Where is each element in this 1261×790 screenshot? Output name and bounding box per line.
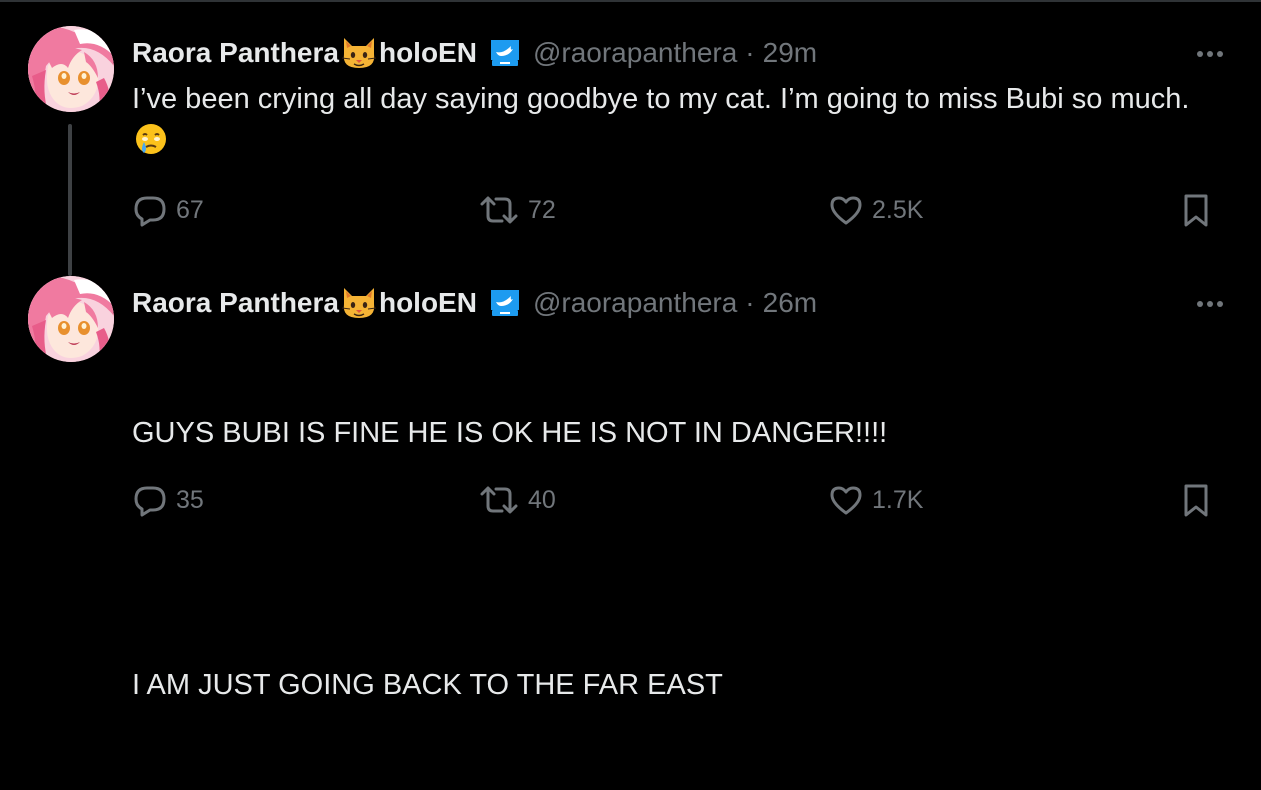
tweet-header: Raora Panthera holoEN @raorapanthera · 2…	[132, 36, 817, 70]
thread-connector-line	[68, 124, 72, 276]
tweet-actions-bar: 35 40 1.7K	[132, 480, 1222, 520]
tweet-text: I’ve been crying all day saying goodbye …	[132, 78, 1222, 162]
more-options-icon[interactable]	[1195, 44, 1225, 64]
author-name-suffix[interactable]: holoEN	[379, 37, 477, 69]
avatar-image	[28, 26, 114, 112]
heart-icon	[828, 482, 864, 518]
author-handle[interactable]: @raorapanthera	[533, 37, 737, 69]
tweet[interactable]: Raora Panthera holoEN @raorapanthera · 2…	[0, 276, 1261, 701]
tweet-actions-bar: 67 72 2.5K	[132, 190, 1222, 230]
tweet-text-line: I AM JUST GOING BACK TO THE FAR EAST	[132, 669, 723, 701]
bookmark-button[interactable]	[1180, 480, 1212, 520]
more-options-icon[interactable]	[1195, 294, 1225, 314]
cat-face-emoji	[340, 36, 378, 70]
tweet-timestamp[interactable]: 29m	[763, 37, 817, 69]
avatar[interactable]	[28, 26, 114, 112]
separator-dot: ·	[745, 287, 755, 318]
retweet-button[interactable]: 72	[478, 190, 556, 230]
tweet-timestamp[interactable]: 26m	[763, 287, 817, 319]
like-button[interactable]: 1.7K	[828, 480, 923, 520]
avatar-image	[28, 276, 114, 362]
like-button[interactable]: 2.5K	[828, 190, 923, 230]
tweet-text-line: GUYS BUBI IS FINE HE IS OK HE IS NOT IN …	[132, 417, 888, 449]
retweet-icon	[478, 482, 520, 518]
reply-count: 35	[176, 485, 204, 514]
retweet-count: 72	[528, 195, 556, 224]
verified-badge-icon	[487, 288, 523, 318]
like-count: 2.5K	[872, 195, 924, 224]
author-display-name[interactable]: Raora Panthera	[132, 287, 339, 319]
face-holding-back-tears-emoji	[134, 122, 168, 156]
like-count: 1.7K	[872, 485, 924, 514]
tweet-text: GUYS BUBI IS FINE HE IS OK HE IS NOT IN …	[132, 328, 1222, 790]
author-handle[interactable]: @raorapanthera	[533, 287, 737, 319]
bookmark-icon	[1180, 192, 1212, 228]
retweet-icon	[478, 192, 520, 228]
reply-button[interactable]: 67	[132, 190, 204, 230]
reply-button[interactable]: 35	[132, 480, 204, 520]
retweet-count: 40	[528, 485, 556, 514]
tweet-text-content: I’ve been crying all day saying goodbye …	[132, 83, 1190, 115]
reply-icon	[132, 482, 168, 518]
tweet-header: Raora Panthera holoEN @raorapanthera · 2…	[132, 286, 817, 320]
top-divider	[0, 0, 1261, 2]
reply-icon	[132, 192, 168, 228]
tweet-text-line	[132, 538, 1222, 580]
bookmark-button[interactable]	[1180, 190, 1212, 230]
author-display-name[interactable]: Raora Panthera	[132, 37, 339, 69]
bookmark-icon	[1180, 482, 1212, 518]
reply-count: 67	[176, 195, 204, 224]
author-name-suffix[interactable]: holoEN	[379, 287, 477, 319]
tweet[interactable]: Raora Panthera holoEN @raorapanthera · 2…	[0, 26, 1261, 276]
cat-face-emoji	[340, 286, 378, 320]
heart-icon	[828, 192, 864, 228]
retweet-button[interactable]: 40	[478, 480, 556, 520]
avatar[interactable]	[28, 276, 114, 362]
separator-dot: ·	[745, 37, 755, 68]
verified-badge-icon	[487, 38, 523, 68]
